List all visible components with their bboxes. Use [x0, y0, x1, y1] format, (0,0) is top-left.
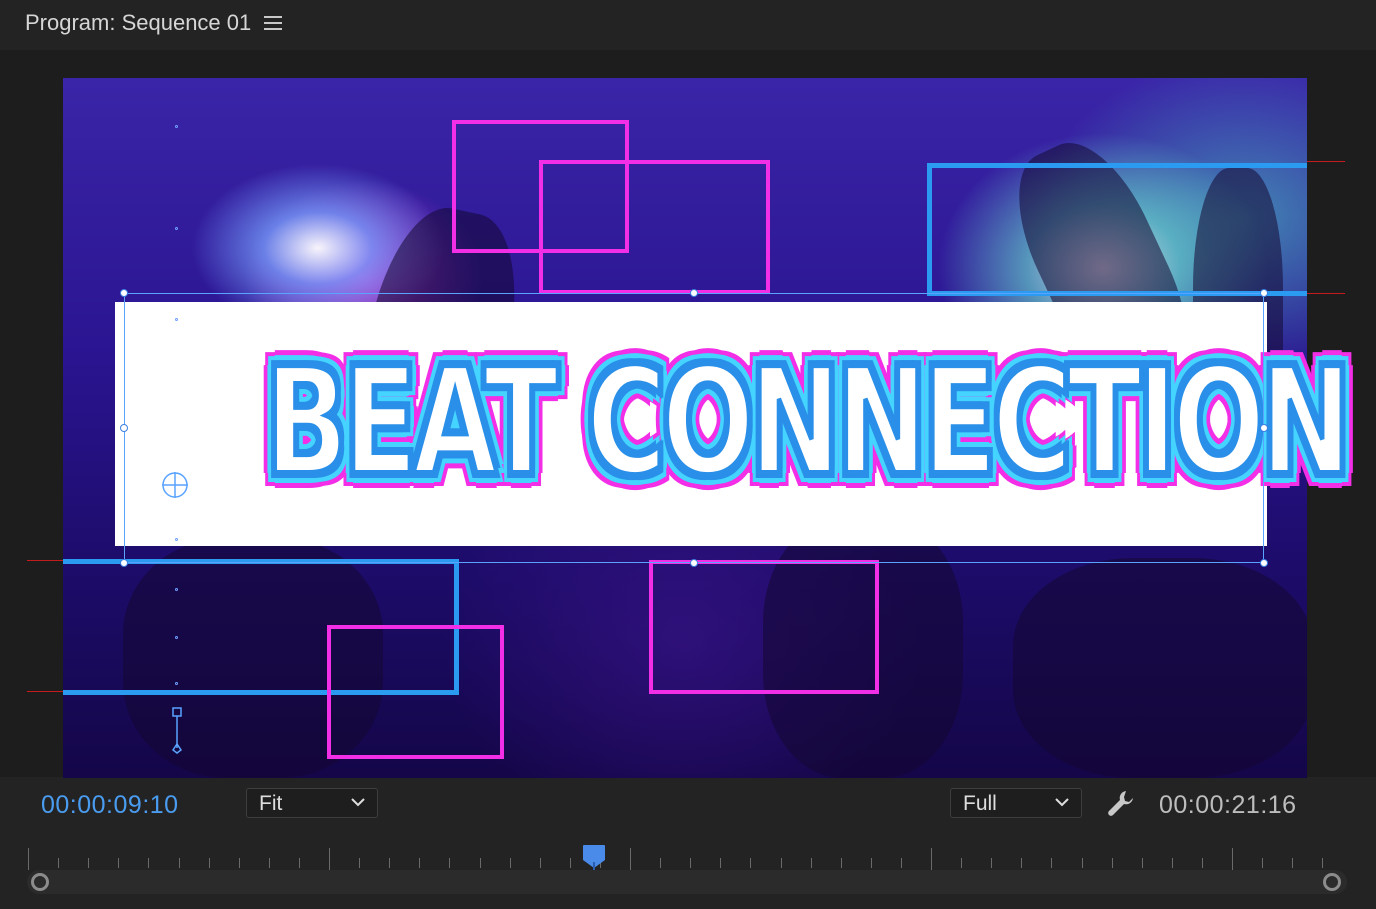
ruler-tick [389, 858, 391, 868]
ruler-tick [810, 858, 812, 868]
monitor-controls-bar: 00:00:09:10 Fit Full 00:00:21:16 [0, 778, 1376, 838]
ruler-tick [569, 858, 571, 868]
resize-handle-top-left[interactable] [120, 289, 128, 297]
ruler-tick [991, 858, 993, 868]
chevron-down-icon [1055, 798, 1069, 807]
zoom-scrollbar-left-handle[interactable] [31, 873, 49, 891]
ruler-tick [1262, 858, 1264, 868]
ruler-tick [1021, 858, 1023, 868]
ruler-tick [118, 858, 120, 868]
hamburger-menu-icon[interactable] [264, 16, 282, 32]
ruler-tick [268, 858, 270, 868]
playback-resolution-select[interactable]: Full [950, 788, 1082, 818]
ruler-tick [1201, 858, 1203, 868]
ruler-tick [780, 858, 782, 868]
ruler-tick [208, 858, 210, 868]
guide-line [27, 560, 63, 561]
sequence-duration-timecode: 00:00:21:16 [1159, 791, 1297, 819]
motion-path-point[interactable] [175, 318, 178, 321]
motion-path-point[interactable] [175, 125, 178, 128]
ruler-tick [359, 858, 361, 868]
playback-resolution-value: Full [963, 792, 997, 815]
ruler-tick [961, 858, 963, 868]
motion-path-point[interactable] [175, 682, 178, 685]
guide-line [1307, 161, 1345, 162]
ruler-tick [1051, 858, 1053, 868]
ruler-tick [298, 858, 300, 868]
ruler-tick [870, 858, 872, 868]
resize-handle-bottom-left[interactable] [120, 559, 128, 567]
pink-rectangle-shape [327, 625, 504, 759]
zoom-scrollbar-right-handle[interactable] [1323, 873, 1341, 891]
panel-header: Program: Sequence 01 [0, 0, 1376, 50]
motion-path-end-icon[interactable] [170, 706, 184, 754]
ruler-tick [720, 858, 722, 868]
pink-rectangle-shape [649, 560, 879, 694]
ruler-tick [1292, 858, 1294, 868]
ruler-tick [1322, 858, 1324, 868]
zoom-scrollbar[interactable] [27, 870, 1347, 894]
ruler-tick [509, 858, 511, 868]
resize-handle-top-right[interactable] [1260, 289, 1268, 297]
ruler-tick [479, 858, 481, 868]
blue-rectangle-shape [927, 163, 1307, 296]
playhead-timecode[interactable]: 00:00:09:10 [41, 791, 179, 820]
panel-title[interactable]: Program: Sequence 01 [25, 10, 251, 36]
ruler-tick [148, 858, 150, 868]
ruler-tick [690, 858, 692, 868]
ruler-tick [900, 858, 902, 868]
ruler-tick [88, 858, 90, 868]
ruler-tick [1111, 858, 1113, 868]
resize-handle-bottom[interactable] [690, 559, 698, 567]
ruler-tick [419, 858, 421, 868]
guide-line [1307, 293, 1345, 294]
ruler-tick [449, 858, 451, 868]
ruler-tick [1171, 858, 1173, 868]
selection-bounding-box[interactable] [124, 293, 1264, 563]
motion-path-point[interactable] [175, 588, 178, 591]
ruler-tick [329, 848, 330, 870]
ruler-tick [840, 858, 842, 868]
zoom-level-value: Fit [259, 792, 283, 815]
ruler-tick [660, 858, 662, 868]
motion-path-point[interactable] [175, 227, 178, 230]
ruler-tick [178, 858, 180, 868]
guide-line [27, 691, 63, 692]
zoom-level-select[interactable]: Fit [246, 788, 378, 818]
chevron-down-icon [351, 798, 365, 807]
pink-rectangle-shape [539, 160, 770, 294]
motion-path-point[interactable] [175, 538, 178, 541]
resize-handle-left[interactable] [120, 424, 128, 432]
ruler-tick [1081, 858, 1083, 868]
ruler-tick [750, 858, 752, 868]
resize-handle-bottom-right[interactable] [1260, 559, 1268, 567]
resize-handle-right[interactable] [1260, 424, 1268, 432]
wrench-icon[interactable] [1106, 788, 1136, 818]
ruler-tick [1141, 858, 1143, 868]
resize-handle-top[interactable] [690, 289, 698, 297]
ruler-tick [238, 858, 240, 868]
ruler-tick [58, 858, 60, 868]
ruler-tick [931, 848, 932, 870]
ruler-tick [1232, 848, 1233, 870]
motion-path-point[interactable] [175, 636, 178, 639]
ruler-tick [28, 848, 29, 870]
ruler-tick [539, 858, 541, 868]
ruler-tick [630, 848, 631, 870]
playhead-marker-icon[interactable] [582, 844, 606, 870]
anchor-point-icon[interactable] [160, 470, 190, 500]
